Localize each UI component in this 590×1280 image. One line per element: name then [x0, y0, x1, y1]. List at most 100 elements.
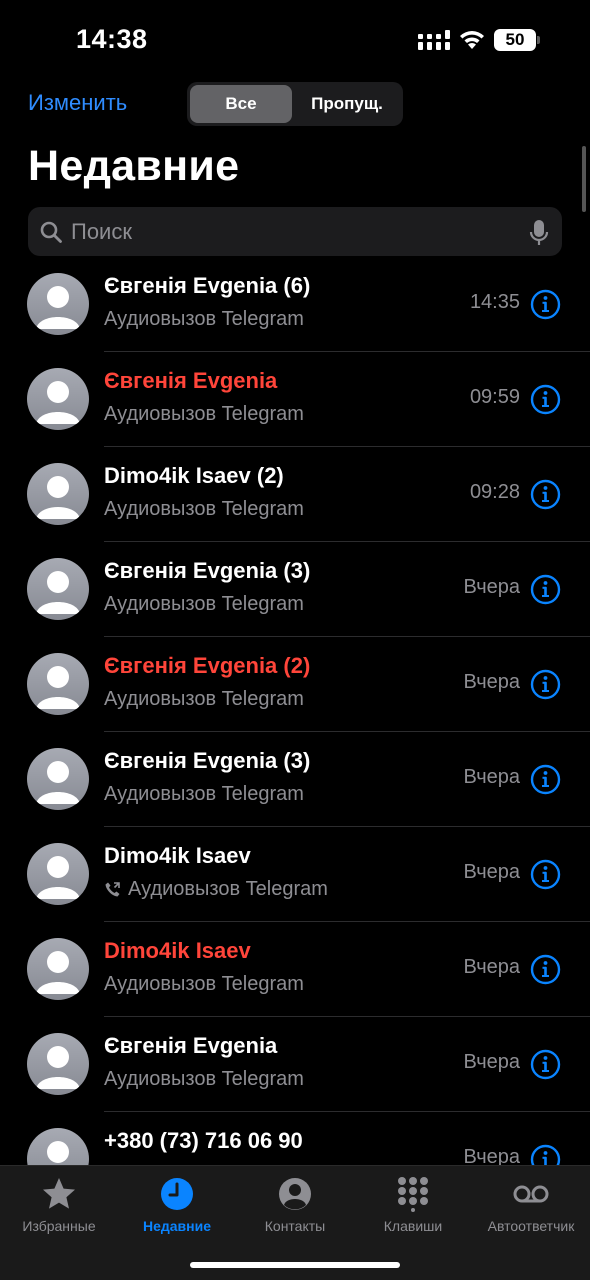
call-time: Вчера: [463, 1051, 520, 1073]
call-contact-name: Євгенія Evgenia (3): [104, 748, 311, 773]
call-row[interactable]: Dimo4ik Isaev (2) Аудиовызов Telegram 09:2…: [0, 447, 590, 542]
voicemail-icon: [513, 1185, 549, 1203]
home-indicator: [190, 1262, 400, 1268]
info-icon[interactable]: [530, 859, 561, 890]
microphone-icon[interactable]: [529, 219, 549, 247]
call-row[interactable]: Євгенія Evgenia (2) Аудиовызов Telegram Вч…: [0, 637, 590, 732]
call-time: Вчера: [463, 671, 520, 693]
call-type-label: Аудиовызов Telegram: [128, 878, 328, 900]
call-type-label: Аудиовызов Telegram: [104, 593, 304, 615]
search-icon: [40, 221, 62, 243]
call-type: Аудиовызов Telegram: [104, 783, 304, 806]
call-type: Аудиовызов Telegram: [104, 593, 304, 616]
call-contact-name: Євгенія Evgenia: [104, 1033, 278, 1058]
info-icon[interactable]: [530, 384, 561, 415]
call-type: Аудиовызов Telegram: [104, 688, 304, 711]
contact-avatar: [27, 653, 89, 715]
call-contact-name: Dimo4ik Isaev: [104, 938, 251, 963]
call-type-label: Аудиовызов Telegram: [104, 688, 304, 710]
call-type: Аудиовызов Telegram: [104, 878, 328, 901]
call-type-label: Аудиовызов Telegram: [104, 973, 304, 995]
tab-contacts-label: Контакты: [264, 1218, 326, 1234]
call-row[interactable]: Євгенія Evgenia Аудиовызов Telegram 09:59: [0, 352, 590, 447]
search-bar[interactable]: Поиск: [28, 207, 562, 256]
call-type: Аудиовызов Telegram: [104, 498, 304, 521]
call-row[interactable]: Євгенія Evgenia (3) Аудиовызов Telegram Вч…: [0, 732, 590, 827]
call-time: Вчера: [463, 861, 520, 883]
call-type-label: Аудиовызов Telegram: [104, 1068, 304, 1090]
call-row[interactable]: Євгенія Evgenia (3) Аудиовызов Telegram Вч…: [0, 542, 590, 637]
tab-keypad[interactable]: Клавиши: [354, 1176, 472, 1246]
filter-segmented-control: Все Пропущ.: [187, 82, 403, 126]
call-type: Аудиовызов Telegram: [104, 308, 304, 331]
call-contact-name: Євгенія Evgenia (3): [104, 558, 311, 583]
tab-recents-label: Недавние: [142, 1218, 212, 1234]
cellular-signal-icon: [418, 30, 450, 50]
call-contact-name: Євгенія Evgenia: [104, 368, 278, 393]
call-type: Аудиовызов Telegram: [104, 403, 304, 426]
contact-avatar: [27, 558, 89, 620]
call-contact-name: Dimo4ik Isaev: [104, 843, 251, 868]
contact-avatar: [27, 843, 89, 905]
star-icon: [43, 1178, 75, 1209]
person-circle-icon: [279, 1178, 311, 1210]
info-icon[interactable]: [530, 574, 561, 605]
call-type-label: Аудиовызов Telegram: [104, 783, 304, 805]
tab-favorites[interactable]: Избранные: [0, 1176, 118, 1246]
call-type: Аудиовызов Telegram: [104, 973, 304, 996]
page-title: Недавние: [28, 142, 240, 190]
call-type-label: Аудиовызов Telegram: [104, 498, 304, 520]
info-icon[interactable]: [530, 1049, 561, 1080]
scroll-indicator: [582, 146, 586, 212]
call-type: Аудиовызов Telegram: [104, 1068, 304, 1091]
contact-avatar: [27, 463, 89, 525]
battery-icon: 50: [494, 29, 540, 51]
call-time: Вчера: [463, 766, 520, 788]
call-row[interactable]: Dimo4ik Isaev Аудиовызов Telegram Вчера: [0, 827, 590, 922]
contact-avatar: [27, 938, 89, 1000]
call-contact-name: Dimo4ik Isaev (2): [104, 463, 284, 488]
search-input[interactable]: Поиск: [71, 207, 132, 256]
outgoing-call-icon: [105, 882, 120, 897]
recent-calls-list: Євгенія Evgenia (6) Аудиовызов Telegram 14…: [0, 257, 590, 1165]
call-type-label: Аудиовызов Telegram: [104, 308, 304, 330]
call-contact-name: +380 (73) 716 06 90: [104, 1128, 303, 1153]
wifi-icon: [460, 31, 484, 49]
call-time: 09:28: [469, 481, 520, 503]
info-icon[interactable]: [530, 1144, 561, 1165]
contact-avatar: [27, 748, 89, 810]
segment-missed[interactable]: Пропущ.: [294, 85, 400, 123]
call-time: 09:59: [469, 386, 520, 408]
info-icon[interactable]: [530, 289, 561, 320]
call-contact-name: Євгенія Evgenia (2): [104, 653, 311, 678]
tab-contacts[interactable]: Контакты: [236, 1176, 354, 1246]
status-bar: 14:38 50: [0, 0, 590, 80]
tab-voicemail-label: Автоответчик: [487, 1218, 575, 1234]
call-row[interactable]: +380 (73) 716 06 90 Вчера: [0, 1112, 590, 1165]
edit-button[interactable]: Изменить: [28, 90, 127, 116]
call-row[interactable]: Євгенія Evgenia (6) Аудиовызов Telegram 14…: [0, 257, 590, 352]
tab-keypad-label: Клавиши: [383, 1218, 443, 1234]
contact-avatar: [27, 1033, 89, 1095]
tab-voicemail[interactable]: Автоответчик: [472, 1176, 590, 1246]
status-time: 14:38: [76, 24, 148, 54]
call-type-label: Аудиовызов Telegram: [104, 403, 304, 425]
keypad-icon: [398, 1177, 428, 1212]
call-time: 14:35: [469, 291, 520, 313]
call-row[interactable]: Dimo4ik Isaev Аудиовызов Telegram Вчера: [0, 922, 590, 1017]
clock-icon: [161, 1178, 193, 1210]
call-time: Вчера: [463, 1146, 520, 1165]
segment-all[interactable]: Все: [190, 85, 292, 123]
tab-recents[interactable]: Недавние: [118, 1176, 236, 1246]
tab-favorites-label: Избранные: [22, 1218, 96, 1234]
call-time: Вчера: [463, 576, 520, 598]
info-icon[interactable]: [530, 954, 561, 985]
contact-avatar: [27, 1128, 89, 1165]
contact-avatar: [27, 273, 89, 335]
info-icon[interactable]: [530, 669, 561, 700]
info-icon[interactable]: [530, 764, 561, 795]
info-icon[interactable]: [530, 479, 561, 510]
battery-level: 50: [494, 29, 536, 51]
call-contact-name: Євгенія Evgenia (6): [104, 273, 311, 298]
call-row[interactable]: Євгенія Evgenia Аудиовызов Telegram Вчера: [0, 1017, 590, 1112]
